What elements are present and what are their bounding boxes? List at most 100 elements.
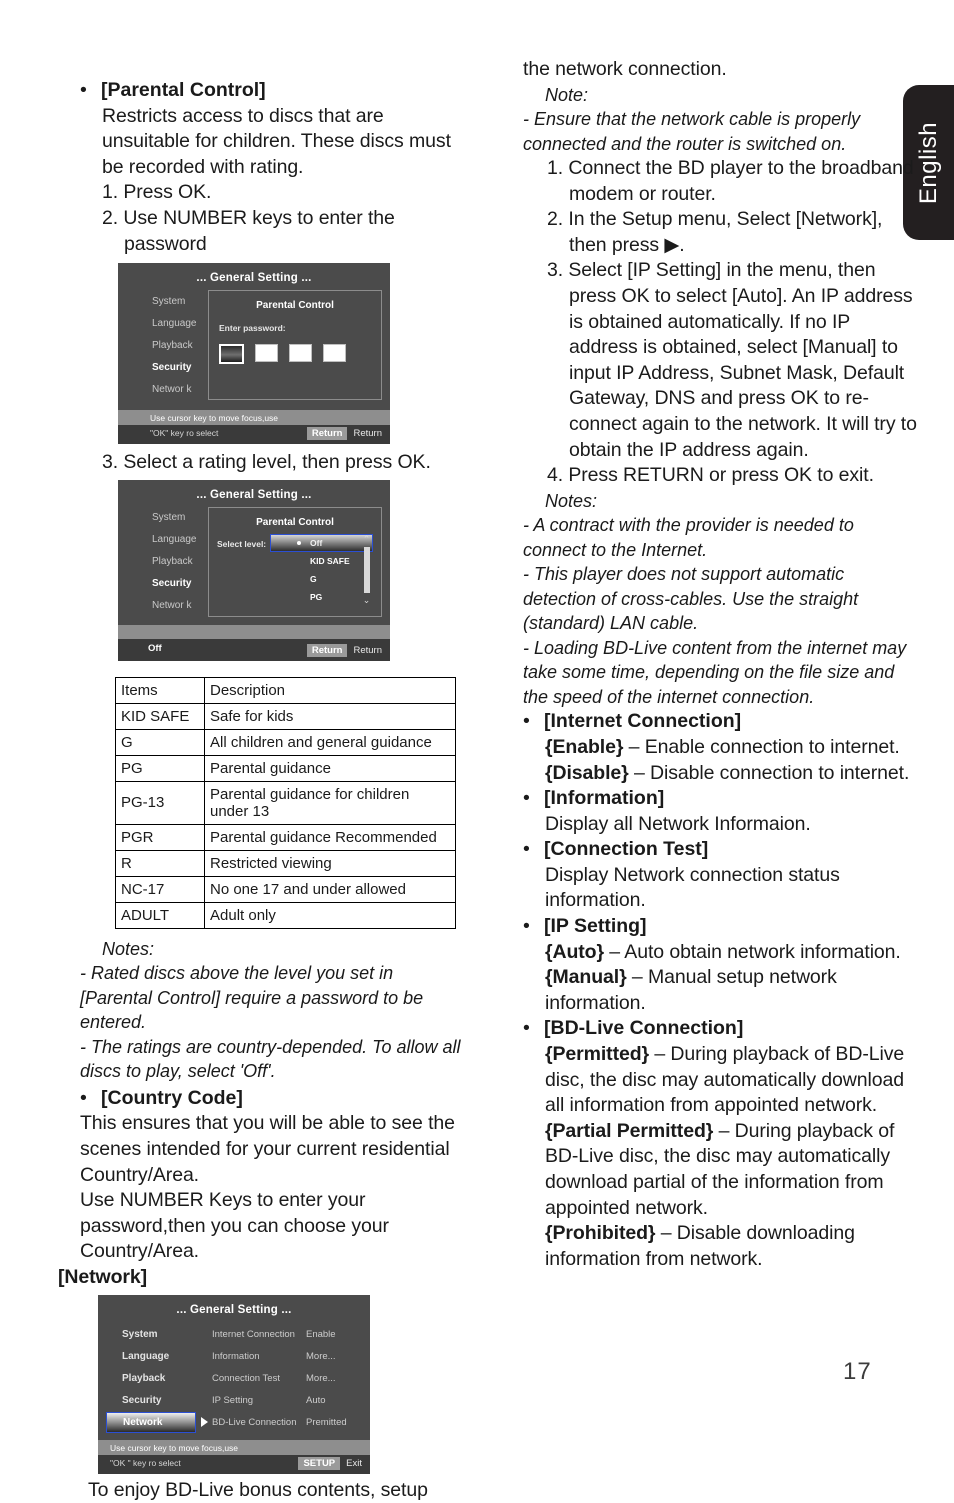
rating-item: NC-17 bbox=[116, 876, 205, 902]
rating-desc: No one 17 and under allowed bbox=[205, 876, 456, 902]
right-notes-item-3: - Loading BD-Live content from the inter… bbox=[523, 636, 920, 710]
osd-footer-key-group: Return Return bbox=[307, 427, 382, 440]
manual-key: {Manual} bbox=[545, 966, 627, 988]
osd-menu-item-language[interactable]: Language bbox=[152, 312, 204, 334]
setup-key-chip[interactable]: SETUP bbox=[298, 1457, 340, 1470]
osd3-menu-item-language[interactable]: Language bbox=[122, 1346, 196, 1368]
network-option-bd-live-connection[interactable]: BD-Live Connection Premitted bbox=[212, 1412, 364, 1434]
scrollbar-thumb[interactable] bbox=[364, 547, 370, 593]
select-level-row: Select level: Off KID SAFE G PG ⌃ ⌄ bbox=[217, 534, 373, 606]
return-key-label-2: Return bbox=[353, 645, 382, 656]
figure-password-screen: ... General Setting ... System Language … bbox=[118, 263, 390, 444]
rating-desc: Restricted viewing bbox=[205, 850, 456, 876]
osd3-menu-item-network[interactable]: Network bbox=[106, 1412, 196, 1433]
permitted-key: {Permitted} bbox=[545, 1043, 649, 1065]
osd-menu-item-playback[interactable]: Playback bbox=[152, 334, 204, 356]
osd2-footer: Off Return Return bbox=[118, 625, 390, 661]
rating-item: ADULT bbox=[116, 902, 205, 928]
level-option-kid-safe[interactable]: KID SAFE bbox=[270, 552, 373, 570]
connection-test-bullet-row: •[Connection Test] bbox=[523, 837, 920, 863]
left-note-1: - Rated discs above the level you set in… bbox=[80, 961, 470, 1035]
table-row: ADULT Adult only bbox=[116, 902, 456, 928]
rating-desc: Safe for kids bbox=[205, 703, 456, 729]
manual-page: English •[Parental Control] Restricts ac… bbox=[0, 0, 954, 1432]
information-bullet-row: •[Information] bbox=[523, 786, 920, 812]
right-notes-label: Notes: bbox=[523, 489, 920, 514]
network-option-connection-test[interactable]: Connection Test More... bbox=[212, 1368, 364, 1390]
scroll-down-icon[interactable]: ⌄ bbox=[363, 595, 371, 606]
osd3-title: ... General Setting ... bbox=[98, 1295, 370, 1322]
network-option-information[interactable]: Information More... bbox=[212, 1346, 364, 1368]
right-notes-item-1: - A contract with the provider is needed… bbox=[523, 513, 920, 562]
closing-text: To enjoy BD-Live bonus contents, setup bbox=[88, 1478, 470, 1503]
country-code-heading: [Country Code] bbox=[101, 1087, 243, 1109]
osd-menu-item-security[interactable]: Security bbox=[152, 356, 204, 378]
osd-footer: Use cursor key to move focus,use "OK" ke… bbox=[118, 410, 390, 444]
password-box-2[interactable] bbox=[255, 344, 278, 362]
table-row: G All children and general guidance bbox=[116, 729, 456, 755]
auto-desc: – Auto obtain network information. bbox=[604, 941, 901, 963]
right-arrow-icon bbox=[201, 1417, 208, 1427]
scroll-up-icon[interactable]: ⌃ bbox=[363, 534, 371, 545]
parental-control-body: Restricts access to discs that are unsui… bbox=[80, 104, 470, 181]
option-name: Information bbox=[212, 1351, 306, 1362]
osd3-menu-item-playback[interactable]: Playback bbox=[122, 1368, 196, 1390]
network-heading: [Network] bbox=[58, 1265, 470, 1291]
osd2-menu-item-system[interactable]: System bbox=[152, 507, 204, 529]
option-value: Premitted bbox=[306, 1417, 364, 1428]
osd2-menu-item-network[interactable]: Networ k bbox=[152, 595, 204, 617]
osd-menu-item-system[interactable]: System bbox=[152, 290, 204, 312]
parental-control-step-1: 1. Press OK. bbox=[80, 180, 470, 206]
rating-item: PG bbox=[116, 755, 205, 781]
left-notes-label: Notes: bbox=[80, 937, 470, 962]
network-step-4: 4. Press RETURN or press OK to exit. bbox=[523, 463, 920, 489]
password-box-1[interactable] bbox=[219, 344, 244, 364]
osd-panel-title: Parental Control bbox=[219, 300, 371, 311]
return-key-chip-2[interactable]: Return bbox=[307, 644, 348, 657]
osd3-menu-item-system[interactable]: System bbox=[122, 1324, 196, 1346]
osd2-menu-item-security[interactable]: Security bbox=[152, 573, 204, 595]
bullet-icon: • bbox=[523, 786, 544, 812]
network-option-internet-connection[interactable]: Internet Connection Enable bbox=[212, 1324, 364, 1346]
level-scrollbar[interactable]: ⌃ ⌄ bbox=[362, 534, 371, 606]
figure-network-screen: ... General Setting ... System Language … bbox=[98, 1295, 370, 1474]
level-option-g[interactable]: G bbox=[270, 570, 373, 588]
auto-key: {Auto} bbox=[545, 941, 604, 963]
select-level-label: Select level: bbox=[217, 534, 270, 549]
right-notes-item-2: - This player does not support automatic… bbox=[523, 562, 920, 636]
password-box-3[interactable] bbox=[289, 344, 312, 362]
table-header-row: Items Description bbox=[116, 677, 456, 703]
left-column: •[Parental Control] Restricts access to … bbox=[80, 78, 470, 1503]
bullet-icon: • bbox=[523, 837, 544, 863]
network-step-3: 3. Select [IP Setting] in the menu, then… bbox=[523, 258, 920, 463]
level-option-pg[interactable]: PG bbox=[270, 588, 373, 606]
return-key-chip[interactable]: Return bbox=[307, 427, 348, 440]
internet-connection-disable-line: {Disable} – Disable connection to intern… bbox=[523, 761, 920, 787]
osd3-menu-item-security[interactable]: Security bbox=[122, 1390, 196, 1412]
osd2-level-panel: Parental Control Select level: Off KID S… bbox=[208, 507, 382, 617]
ratings-table: Items Description KID SAFE Safe for kids… bbox=[115, 677, 456, 929]
osd-menu-item-network[interactable]: Networ k bbox=[152, 378, 204, 400]
rating-item: PGR bbox=[116, 824, 205, 850]
osd3-menu-item-network-label: Network bbox=[123, 1417, 162, 1428]
password-box-4[interactable] bbox=[323, 344, 346, 362]
table-row: PGR Parental guidance Recommended bbox=[116, 824, 456, 850]
osd-footer-line-1: Use cursor key to move focus,use bbox=[118, 410, 390, 425]
internet-connection-bullet-row: •[Internet Connection] bbox=[523, 709, 920, 735]
table-header-items: Items bbox=[116, 677, 205, 703]
disable-key: {Disable} bbox=[545, 762, 629, 784]
table-row: KID SAFE Safe for kids bbox=[116, 703, 456, 729]
network-option-ip-setting[interactable]: IP Setting Auto bbox=[212, 1390, 364, 1412]
bullet-icon: • bbox=[80, 78, 101, 104]
ip-setting-bullet-row: •[IP Setting] bbox=[523, 914, 920, 940]
left-note-2: - The ratings are country-depended. To a… bbox=[80, 1035, 470, 1084]
bd-live-connection-bullet-row: •[BD-Live Connection] bbox=[523, 1016, 920, 1042]
rating-item: PG-13 bbox=[116, 781, 205, 824]
password-boxes bbox=[219, 344, 371, 364]
level-option-off[interactable]: Off bbox=[270, 534, 373, 552]
network-options-list: Internet Connection Enable Information M… bbox=[196, 1324, 364, 1434]
osd2-menu-item-language[interactable]: Language bbox=[152, 529, 204, 551]
level-list: Off KID SAFE G PG ⌃ ⌄ bbox=[270, 534, 373, 606]
osd2-panel-title: Parental Control bbox=[217, 517, 373, 528]
osd2-menu-item-playback[interactable]: Playback bbox=[152, 551, 204, 573]
